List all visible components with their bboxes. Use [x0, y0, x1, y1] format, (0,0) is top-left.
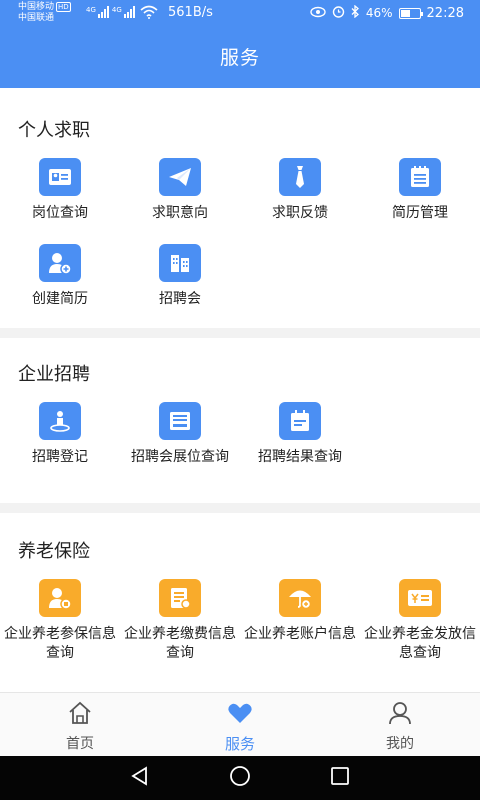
service-label: 企业养老金发放信息查询	[364, 626, 476, 661]
tab-home[interactable]: 首页	[0, 693, 160, 756]
network-2-label: 4G	[111, 6, 122, 14]
calendar-icon	[279, 402, 321, 440]
app: 中国移动 HD 中国联通 4G 4G 561B/s 46% 22:28 服务 个…	[0, 0, 480, 800]
service-label: 招聘结果查询	[258, 449, 342, 465]
service-grid: 岗位查询 求职意向 求职反馈 简历管理 创建简历 招聘会	[0, 158, 480, 330]
person-pin-icon	[39, 402, 81, 440]
tie-icon	[279, 158, 321, 196]
carrier-1: 中国移动	[18, 2, 55, 12]
wifi-icon	[140, 5, 158, 22]
tab-label: 服务	[224, 735, 255, 753]
service-list[interactable]: 个人求职 岗位查询 求职意向 求职反馈 简历管理 创建简历 招聘会 企业招聘 招…	[0, 88, 480, 692]
service-pension-payment[interactable]: 企业养老缴费信息查询	[120, 579, 240, 665]
service-pension-release[interactable]: 企业养老金发放信息查询	[360, 579, 480, 665]
service-pension-enroll[interactable]: 企业养老参保信息查询	[0, 579, 120, 665]
signal-1-icon: 4G	[86, 6, 109, 18]
hd-badge: HD	[56, 2, 71, 12]
booth-icon	[159, 402, 201, 440]
section-title: 个人求职	[18, 120, 90, 141]
system-nav-bar	[0, 756, 480, 800]
service-label: 创建简历	[32, 291, 88, 307]
service-job-search[interactable]: 岗位查询	[0, 158, 120, 244]
eye-icon	[310, 6, 326, 21]
tab-label: 我的	[386, 736, 414, 752]
service-job-fair[interactable]: 招聘会	[120, 244, 240, 330]
home-icon	[67, 701, 93, 729]
bluetooth-icon	[351, 4, 360, 21]
section-title: 养老保险	[18, 541, 90, 562]
service-create-resume[interactable]: 创建简历	[0, 244, 120, 330]
service-recruit-register[interactable]: 招聘登记	[0, 402, 120, 488]
back-icon[interactable]	[130, 766, 150, 790]
notepad-icon	[399, 158, 441, 196]
umbrella-icon	[279, 579, 321, 617]
service-label: 岗位查询	[32, 205, 88, 221]
service-label: 简历管理	[392, 205, 448, 221]
service-resume-manage[interactable]: 简历管理	[360, 158, 480, 244]
service-label: 招聘会	[159, 291, 201, 307]
paper-plane-icon	[159, 158, 201, 196]
service-job-feedback[interactable]: 求职反馈	[240, 158, 360, 244]
home-circle-icon[interactable]	[229, 765, 251, 791]
clock: 22:28	[426, 5, 464, 21]
battery-icon	[398, 7, 423, 19]
recent-apps-icon[interactable]	[330, 766, 350, 790]
building-icon	[159, 244, 201, 282]
network-1-label: 4G	[86, 6, 96, 14]
tab-mine[interactable]: 我的	[320, 693, 480, 756]
service-label: 企业养老参保信息查询	[4, 626, 116, 661]
service-grid: 企业养老参保信息查询 企业养老缴费信息查询 企业养老账户信息 企业养老金发放信息…	[0, 579, 480, 665]
battery-fill	[400, 9, 410, 17]
service-label: 企业养老账户信息	[244, 626, 356, 642]
heart-icon	[227, 701, 253, 729]
service-label: 招聘会展位查询	[131, 449, 229, 465]
battery-percent: 46%	[365, 6, 393, 20]
status-right: 46% 22:28	[310, 4, 464, 21]
service-label: 招聘登记	[32, 449, 88, 465]
bill-icon	[159, 579, 201, 617]
service-label: 求职反馈	[272, 205, 328, 221]
section-title: 企业招聘	[18, 364, 90, 385]
tab-label: 首页	[66, 736, 94, 752]
section-enterprise-recruit: 企业招聘 招聘登记 招聘会展位查询 招聘结果查询	[0, 338, 480, 503]
alarm-icon	[332, 5, 345, 21]
section-personal-job: 个人求职 岗位查询 求职意向 求职反馈 简历管理 创建简历 招聘会	[0, 88, 480, 328]
carrier-2: 中国联通	[18, 13, 55, 23]
page-header: 服务	[0, 28, 480, 88]
page-title: 服务	[219, 47, 260, 69]
carrier-info: 中国移动 HD 中国联通	[18, 2, 71, 24]
bottom-tab-bar: 首页 服务 我的	[0, 692, 480, 756]
user-icon	[387, 701, 413, 729]
service-job-intention[interactable]: 求职意向	[120, 158, 240, 244]
service-pension-account[interactable]: 企业养老账户信息	[240, 579, 360, 665]
service-label: 求职意向	[152, 205, 208, 221]
status-bar: 中国移动 HD 中国联通 4G 4G 561B/s 46% 22:28	[0, 0, 480, 28]
tab-service[interactable]: 服务	[160, 693, 320, 756]
section-pension-insurance: 养老保险 企业养老参保信息查询 企业养老缴费信息查询 企业养老账户信息 企业养老…	[0, 513, 480, 692]
network-speed: 561B/s	[168, 5, 213, 20]
service-booth-query[interactable]: 招聘会展位查询	[120, 402, 240, 488]
user-badge-icon	[39, 579, 81, 617]
yuan-card-icon	[399, 579, 441, 617]
service-grid: 招聘登记 招聘会展位查询 招聘结果查询	[0, 402, 480, 488]
user-add-icon	[39, 244, 81, 282]
service-label: 企业养老缴费信息查询	[124, 626, 236, 661]
id-card-icon	[39, 158, 81, 196]
signal-2-icon: 4G	[112, 6, 135, 18]
service-result-query[interactable]: 招聘结果查询	[240, 402, 360, 488]
signal-indicators: 4G 4G	[86, 6, 135, 18]
